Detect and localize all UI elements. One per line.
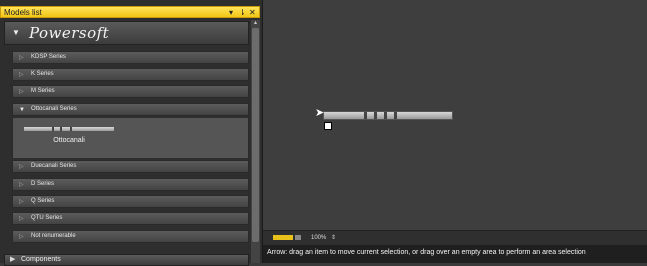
expand-arrow-icon[interactable]: ▷ (19, 214, 24, 224)
zoom-spinner-icon[interactable]: ⇕ (331, 233, 336, 243)
amplifier-device-icon (23, 126, 115, 132)
series-row-not-renumerable[interactable]: ▷ Not renumerable (12, 230, 249, 243)
series-label: M Series (31, 88, 55, 94)
move-handle-icon (324, 122, 332, 130)
zoom-level[interactable]: 100% (311, 233, 326, 243)
collapse-arrow-icon[interactable]: ▼ (12, 28, 20, 37)
panel-title-bar[interactable]: Models list ▾ ⇂ ✕ (0, 6, 260, 18)
series-label: Q Series (31, 198, 55, 204)
series-label: QTU Series (31, 215, 63, 221)
series-row-ottocanali[interactable]: ▼ Ottocanali Series (12, 103, 249, 116)
series-label: K Series (31, 71, 54, 77)
expand-arrow-icon[interactable]: ▷ (19, 232, 24, 242)
scroll-up-icon[interactable]: ▴ (252, 20, 259, 27)
series-row-m[interactable]: ▷ M Series (12, 85, 249, 98)
pin-icon[interactable]: ⇂ (239, 7, 246, 18)
panel-scrollbar[interactable]: ▴ (251, 20, 260, 263)
status-bar: Arrow: drag an item to move current sele… (263, 245, 647, 263)
expand-arrow-icon[interactable]: ▷ (19, 162, 24, 172)
expand-arrow-icon[interactable]: ▷ (19, 53, 24, 63)
series-label: D Series (31, 181, 55, 187)
design-canvas[interactable]: ➤ (263, 0, 647, 230)
series-row-k[interactable]: ▷ K Series (12, 68, 249, 81)
canvas-toolbar: 100% ⇕ (263, 230, 647, 245)
device-label: Ottocanali (53, 137, 85, 144)
expand-arrow-icon[interactable]: ▷ (19, 197, 24, 207)
series-row-kdsp[interactable]: ▷ KDSP Series (12, 51, 249, 64)
series-label: KDSP Series (31, 54, 66, 60)
series-label: Not renumerable (31, 233, 76, 239)
close-icon[interactable]: ✕ (249, 7, 256, 18)
amplifier-device-icon (323, 111, 453, 120)
panel-title: Models list (4, 8, 42, 17)
status-message: Arrow: drag an item to move current sele… (267, 249, 586, 256)
series-row-qtu[interactable]: ▷ QTU Series (12, 212, 249, 225)
powersoft-logo: Powersoft (29, 24, 110, 42)
brand-group-header[interactable]: ▼ Powersoft (4, 21, 249, 45)
series-row-duecanali[interactable]: ▷ Duecanali Series (12, 160, 249, 173)
expand-arrow-icon[interactable]: ▷ (19, 87, 24, 97)
expand-arrow-icon[interactable]: ▷ (19, 180, 24, 190)
scrollbar-thumb[interactable] (252, 28, 259, 242)
collapse-arrow-icon[interactable]: ▼ (19, 105, 25, 115)
canvas-device-ottocanali[interactable] (323, 108, 453, 122)
series-row-q[interactable]: ▷ Q Series (12, 195, 249, 208)
expand-arrow-icon[interactable]: ▶ (10, 255, 15, 265)
series-row-d[interactable]: ▷ D Series (12, 178, 249, 191)
expand-arrow-icon[interactable]: ▷ (19, 70, 24, 80)
models-list-panel: Models list ▾ ⇂ ✕ ▼ Powersoft ▷ KDSP Ser… (0, 0, 263, 266)
device-tile-ottocanali[interactable]: Ottocanali (19, 122, 129, 156)
series-label: Ottocanali Series (31, 106, 77, 112)
components-group-header[interactable]: ▶ Components (4, 254, 249, 266)
ottocanali-models-area: Ottocanali (12, 118, 249, 158)
components-label: Components (21, 256, 61, 263)
layer-color-icon[interactable] (273, 234, 303, 241)
arrow-cursor-icon: ➤ (315, 107, 325, 119)
series-label: Duecanali Series (31, 163, 77, 169)
dropdown-icon[interactable]: ▾ (229, 7, 233, 18)
